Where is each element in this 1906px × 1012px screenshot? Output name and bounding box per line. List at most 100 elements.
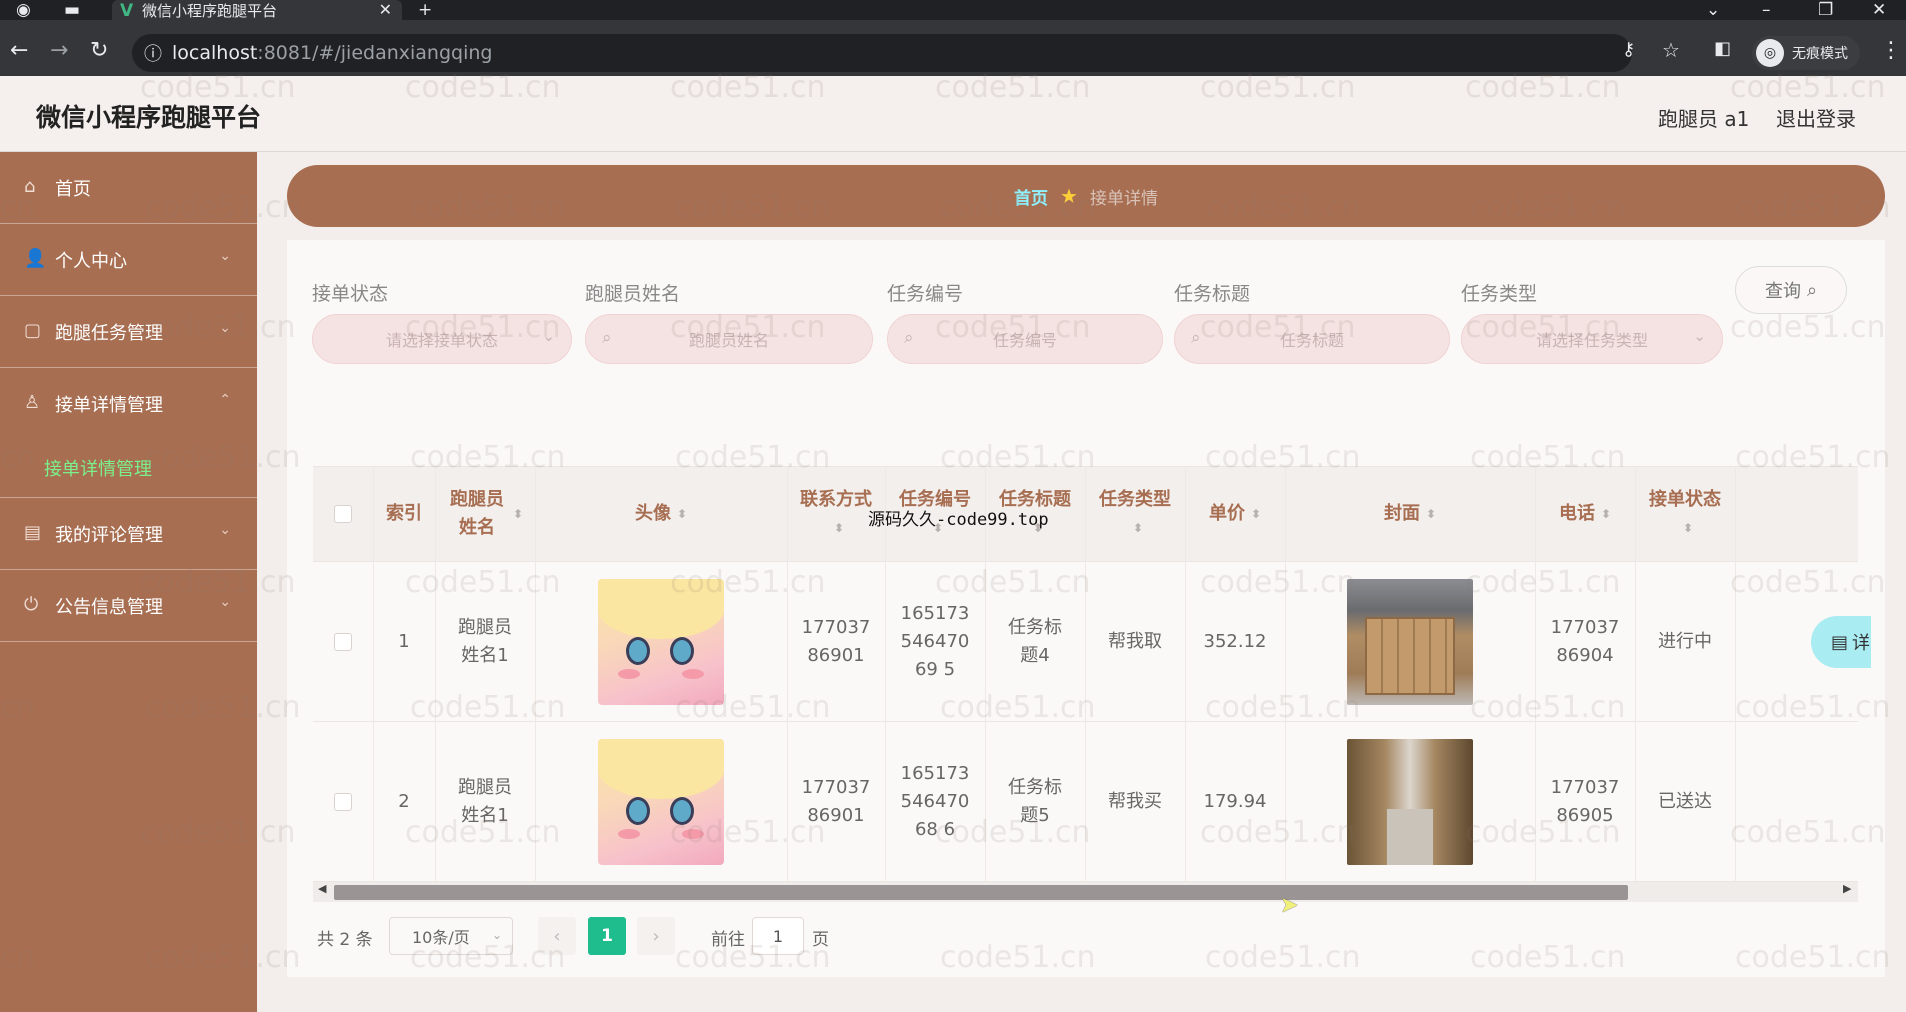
incognito-badge[interactable]: ◎ 无痕模式 <box>1752 36 1860 70</box>
chevron-down-icon: ⌄ <box>219 594 231 610</box>
browser-menu-icon[interactable]: ◉ <box>16 0 31 20</box>
sidebar-item-profile[interactable]: 👤 个人中心 ⌄ <box>0 224 257 296</box>
goto-page-input[interactable]: 1 <box>752 917 804 955</box>
chevron-down-icon: ⌄ <box>1693 327 1706 345</box>
col-index-label: 索引 <box>386 503 422 524</box>
forward-icon[interactable]: → <box>50 38 68 63</box>
page-number-current[interactable]: 1 <box>588 917 626 955</box>
sort-icon[interactable]: ⬍ <box>1426 500 1436 528</box>
tasktype-select[interactable]: 请选择任务类型 ⌄ <box>1461 314 1723 364</box>
url-host: localhost <box>172 42 258 64</box>
sort-icon[interactable]: ⬍ <box>834 514 844 542</box>
key-icon[interactable]: ⚷ <box>1622 39 1635 60</box>
col-status[interactable]: 接单状态 ⬍ <box>1635 466 1735 562</box>
avatar <box>598 739 724 865</box>
page-size-select[interactable]: 10条/页 ⌄ <box>389 917 513 955</box>
bookmark-star-icon[interactable]: ☆ <box>1662 38 1680 62</box>
comment-icon: ▤ <box>24 522 42 543</box>
scroll-left-icon[interactable]: ◀ <box>318 882 326 895</box>
back-icon[interactable]: ← <box>10 38 28 63</box>
home-icon: ⌂ <box>24 176 36 197</box>
app-header <box>0 76 1906 152</box>
tasktitle-filter-label: 任务标题 <box>1174 283 1251 305</box>
browser-tab[interactable]: V 微信小程序跑腿平台 ✕ <box>112 0 402 21</box>
restore-icon[interactable]: ❐ <box>1818 0 1833 20</box>
taskno-input[interactable]: ⌕ 任务编号 <box>887 314 1163 364</box>
tab-search-icon[interactable]: ⌄ <box>1706 0 1720 20</box>
query-button[interactable]: 查询 ⌕ <box>1735 266 1847 314</box>
avatar <box>598 579 724 705</box>
chevron-down-icon: ⌄ <box>491 928 502 942</box>
tasktitle-input[interactable]: ⌕ 任务标题 <box>1174 314 1450 364</box>
reload-icon[interactable]: ↻ <box>90 38 108 63</box>
incognito-label: 无痕模式 <box>1792 46 1848 62</box>
sort-icon[interactable]: ⬍ <box>677 500 687 528</box>
user-icon: 👤 <box>24 248 47 269</box>
next-page-button[interactable]: › <box>637 917 675 955</box>
breadcrumb-home[interactable]: 首页 <box>1014 184 1048 209</box>
scrollbar-thumb[interactable] <box>334 885 1628 900</box>
taskno-input-placeholder: 任务编号 <box>992 331 1057 350</box>
cell-name: 跑腿员姓名1 <box>458 777 512 826</box>
chevron-down-icon: ⌄ <box>219 320 231 336</box>
sidebar-item-home[interactable]: ⌂ 首页 <box>0 152 257 224</box>
site-info-icon[interactable]: ⓘ <box>144 40 162 66</box>
col-phone-label: 电话 <box>1558 503 1595 524</box>
sort-icon[interactable]: ⬍ <box>513 500 523 528</box>
sort-icon[interactable]: ⬍ <box>1683 514 1693 542</box>
incognito-icon: ◎ <box>1756 39 1784 67</box>
scroll-right-icon[interactable]: ▶ <box>1843 882 1851 895</box>
tab-strip-icon[interactable]: ▬ <box>64 0 80 20</box>
notice-icon: ⏻ <box>24 594 39 615</box>
col-price-label: 单价 <box>1208 503 1245 524</box>
sidebar-item-tasks[interactable]: ▢ 跑腿任务管理 ⌄ <box>0 296 257 368</box>
col-avatar-label: 头像 <box>634 503 671 524</box>
app-title: 微信小程序跑腿平台 <box>36 103 262 132</box>
sidebar-item-label: 我的评论管理 <box>55 524 163 546</box>
sidebar-subitem-order-details[interactable]: 接单详情管理 <box>0 438 257 498</box>
col-phone[interactable]: 电话 ⬍ <box>1535 466 1635 562</box>
row-checkbox[interactable] <box>334 793 352 811</box>
sort-icon[interactable]: ⬍ <box>1601 500 1611 528</box>
cell-status: 已送达 <box>1658 791 1712 812</box>
breadcrumb-current: 接单详情 <box>1089 188 1158 209</box>
page-size-value: 10条/页 <box>412 928 470 947</box>
sort-icon[interactable]: ⬍ <box>1133 514 1143 542</box>
sidebar-item-comments[interactable]: ▤ 我的评论管理 ⌄ <box>0 498 257 570</box>
address-bar[interactable]: ⓘ localhost:8081/#/jiedanxiangqing ⚷ ☆ <box>132 34 1680 72</box>
search-icon: ⌕ <box>602 328 612 348</box>
url-path: :8081/#/jiedanxiangqing <box>257 42 493 64</box>
side-panel-icon[interactable]: ◧ <box>1714 38 1731 59</box>
cover-image <box>1347 739 1473 865</box>
col-tasktype[interactable]: 任务类型 ⬍ <box>1085 466 1185 562</box>
close-window-icon[interactable]: ✕ <box>1872 0 1886 20</box>
row-checkbox[interactable] <box>334 633 352 651</box>
name-input[interactable]: ⌕ 跑腿员姓名 <box>585 314 873 364</box>
prev-page-button[interactable]: ‹ <box>538 917 576 955</box>
sidebar-item-orders[interactable]: ♙ 接单详情管理 ⌃ <box>0 368 257 440</box>
tab-close-icon[interactable]: ✕ <box>379 0 392 19</box>
logout-link[interactable]: 退出登录 <box>1776 103 1856 132</box>
task-icon: ▢ <box>24 320 42 341</box>
status-select[interactable]: 请选择接单状态 ⌄ <box>312 314 572 364</box>
cell-avatar <box>535 562 787 722</box>
browser-more-icon[interactable]: ⋮ <box>1880 38 1902 63</box>
goto-label: 前往 <box>711 930 745 950</box>
detail-button[interactable]: ▤ 详 <box>1811 616 1871 668</box>
sort-icon[interactable]: ⬍ <box>1251 500 1261 528</box>
new-tab-button[interactable]: + <box>418 0 432 20</box>
col-avatar[interactable]: 头像 ⬍ <box>535 466 787 562</box>
sidebar-item-notices[interactable]: ⏻ 公告信息管理 ⌄ <box>0 570 257 642</box>
minimize-icon[interactable]: – <box>1762 0 1771 20</box>
col-contact-label: 联系方式 <box>800 489 872 510</box>
cell-phone: 17703786905 <box>1550 777 1620 826</box>
select-all-checkbox[interactable] <box>334 505 352 523</box>
status-filter-label: 接单状态 <box>312 283 389 305</box>
col-cover[interactable]: 封面 ⬍ <box>1285 466 1535 562</box>
sidebar-item-label: 跑腿任务管理 <box>55 322 163 344</box>
col-name[interactable]: 跑腿员姓名 ⬍ <box>435 466 535 562</box>
star-icon: ★ <box>1060 184 1078 208</box>
col-price[interactable]: 单价 ⬍ <box>1185 466 1285 562</box>
row-select-cell <box>313 562 373 722</box>
status-select-placeholder: 请选择接单状态 <box>385 331 498 350</box>
